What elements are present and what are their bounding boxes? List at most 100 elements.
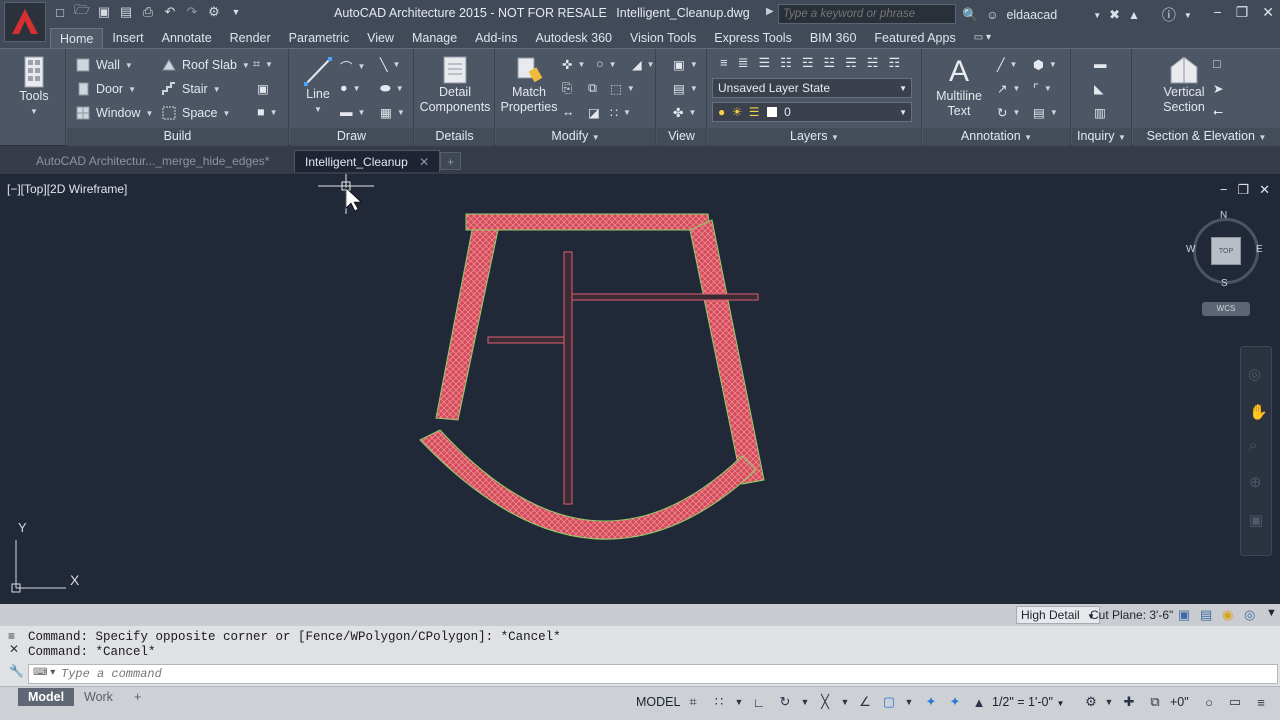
- status-menu-icon[interactable]: ▼: [1266, 607, 1277, 619]
- settings-gear-icon[interactable]: ⚙: [1082, 693, 1100, 711]
- mirror-icon[interactable]: ⧉: [588, 81, 597, 96]
- tab-featured-apps[interactable]: Featured Apps: [865, 28, 964, 48]
- layer-unisolate-icon[interactable]: ☲: [802, 55, 814, 71]
- drawing-viewport[interactable]: [−][Top][2D Wireframe] − ❐ ✕ Y X N S E W…: [0, 174, 1280, 604]
- leader-icon[interactable]: ↗ ▼: [997, 81, 1020, 96]
- chevron-down-icon[interactable]: ▼: [730, 693, 748, 711]
- command-grip-icon[interactable]: ≡: [8, 629, 15, 643]
- layer-state-dropdown[interactable]: Unsaved Layer State ▼: [712, 78, 912, 98]
- wall-left[interactable]: [435, 229, 499, 421]
- ellipse-icon[interactable]: ⬬ ▼: [380, 81, 404, 96]
- compass-south[interactable]: S: [1221, 278, 1228, 289]
- polar-tracking-icon[interactable]: ↻: [776, 693, 794, 711]
- layer-walk-icon[interactable]: ☶: [888, 55, 900, 71]
- tab-autodesk-360[interactable]: Autodesk 360: [527, 28, 621, 48]
- chevron-down-icon[interactable]: ▼: [900, 693, 918, 711]
- rotate-icon[interactable]: ○ ▼: [596, 57, 616, 71]
- current-layer-dropdown[interactable]: ● ☀ ☰ 0 ▼: [712, 102, 912, 122]
- named-views-icon[interactable]: ▤ ▼: [673, 81, 698, 96]
- table-icon[interactable]: ▤ ▼: [1033, 105, 1058, 120]
- construction-line-icon[interactable]: ╲ ▼: [380, 57, 400, 72]
- command-customize-icon[interactable]: 🔧: [9, 664, 24, 678]
- object-snap-icon[interactable]: ▢: [880, 693, 898, 711]
- close-icon[interactable]: ✕: [1262, 4, 1274, 21]
- layer-freeze-icon[interactable]: ☳: [823, 55, 835, 71]
- command-prompt-icon[interactable]: ⌨ ▾: [33, 667, 55, 678]
- scale-icon[interactable]: ◪: [588, 105, 600, 120]
- undo-icon[interactable]: ↶: [162, 4, 178, 20]
- surface-hatch-icon[interactable]: ▣: [1178, 607, 1190, 623]
- detail-level-dropdown[interactable]: High Detail ▼: [1016, 606, 1100, 624]
- polyline-icon[interactable]: ⌒ ▼: [340, 57, 365, 76]
- user-dropdown-icon[interactable]: ▼: [1093, 11, 1101, 20]
- layer-match-icon[interactable]: ≣: [738, 55, 749, 71]
- tab-parametric[interactable]: Parametric: [280, 28, 358, 48]
- zoom-extents-icon[interactable]: ⌕: [1249, 437, 1257, 454]
- offset-icon[interactable]: ⬚ ▼: [610, 81, 635, 96]
- open-file-icon[interactable]: 🗁: [74, 2, 90, 20]
- inquiry-panel-label[interactable]: Inquiry ▼: [1072, 128, 1131, 146]
- partition-vertical[interactable]: [563, 251, 573, 505]
- area-icon[interactable]: ◣: [1094, 81, 1104, 96]
- layout-tab-work[interactable]: Work: [74, 688, 123, 706]
- compass-north[interactable]: N: [1220, 210, 1227, 221]
- section-mark-icon[interactable]: ➤: [1213, 81, 1223, 96]
- help-dropdown-icon[interactable]: ▼: [1184, 11, 1192, 20]
- tab-add-ins[interactable]: Add-ins: [466, 28, 526, 48]
- dimension-icon[interactable]: ╱ ▼: [997, 57, 1017, 72]
- orbit-icon[interactable]: ⊕: [1249, 473, 1262, 491]
- pan-hand-icon[interactable]: ✋: [1249, 403, 1268, 421]
- ribbon-minimize-toggle[interactable]: ▭ ▾: [965, 28, 1000, 48]
- username[interactable]: eldaacad: [1006, 8, 1057, 22]
- curtain-wall-icon[interactable]: ■ ▼: [257, 105, 277, 119]
- layer-lock-icon[interactable]: ☵: [867, 55, 879, 71]
- isodraft-icon[interactable]: ╳: [816, 693, 834, 711]
- section-elevation-panel-label[interactable]: Section & Elevation ▼: [1133, 128, 1280, 146]
- roof-slab-button[interactable]: Roof Slab ▼: [161, 57, 250, 73]
- stair-button[interactable]: Stair ▼: [161, 81, 221, 97]
- fillet-icon[interactable]: ◢ ▼: [632, 57, 655, 72]
- wall-curved[interactable]: [419, 429, 757, 540]
- tab-express-tools[interactable]: Express Tools: [705, 28, 801, 48]
- calculator-icon[interactable]: ▥: [1094, 105, 1106, 120]
- close-tab-icon[interactable]: ✕: [419, 155, 429, 169]
- stretch-icon[interactable]: ↔: [562, 105, 575, 119]
- elevation-value[interactable]: +0": [1170, 691, 1189, 713]
- hatch-icon[interactable]: ▦ ▼: [380, 105, 405, 120]
- help-search-input[interactable]: [778, 4, 956, 24]
- tab-vision-tools[interactable]: Vision Tools: [621, 28, 705, 48]
- save-icon[interactable]: ▣: [96, 4, 112, 20]
- array-icon[interactable]: ∷ ▼: [610, 105, 631, 120]
- tab-manage[interactable]: Manage: [403, 28, 466, 48]
- cut-plane-value[interactable]: Cut Plane: 3'-6": [1090, 608, 1173, 622]
- tab-bim-360[interactable]: BIM 360: [801, 28, 866, 48]
- annotation-panel-label[interactable]: Annotation ▼: [923, 128, 1070, 146]
- tab-view[interactable]: View: [358, 28, 403, 48]
- tab-insert[interactable]: Insert: [103, 28, 152, 48]
- tab-annotate[interactable]: Annotate: [153, 28, 221, 48]
- steering-wheel-icon[interactable]: ◎: [1248, 365, 1261, 383]
- auto-scale-icon[interactable]: ✦: [946, 693, 964, 711]
- match-properties-button[interactable]: Match Properties: [500, 55, 558, 115]
- viewcube-top-face[interactable]: TOP: [1211, 237, 1241, 265]
- layer-key-icon[interactable]: ▤: [1200, 607, 1212, 623]
- redo-icon[interactable]: ↷: [184, 4, 200, 20]
- viewcube[interactable]: N S E W TOP WCS: [1186, 210, 1264, 330]
- command-input[interactable]: [61, 666, 961, 682]
- hardware-acceleration-icon[interactable]: ○: [1200, 693, 1218, 711]
- print-icon[interactable]: ⎙: [140, 4, 156, 20]
- grid-icon[interactable]: ⌗ ▼: [253, 57, 273, 72]
- new-layout-tab-button[interactable]: +: [124, 688, 151, 706]
- measure-icon[interactable]: ▬: [1094, 57, 1107, 71]
- new-tab-button[interactable]: +: [440, 152, 462, 170]
- keynote-icon[interactable]: ↻ ▼: [997, 105, 1020, 120]
- binoculars-icon[interactable]: 🔍: [962, 7, 978, 23]
- minimize-icon[interactable]: −: [1214, 4, 1222, 21]
- elevation-icon[interactable]: □: [1213, 57, 1221, 71]
- help-icon[interactable]: ⓘ: [1162, 5, 1176, 25]
- wall-top[interactable]: [465, 213, 711, 231]
- detail-components-button[interactable]: Detail Components: [419, 55, 491, 115]
- layer-previous-icon[interactable]: ☰: [759, 55, 771, 71]
- file-tab-intelligent-cleanup[interactable]: Intelligent_Cleanup ✕: [294, 150, 441, 172]
- wcs-menu-button[interactable]: WCS: [1202, 302, 1250, 316]
